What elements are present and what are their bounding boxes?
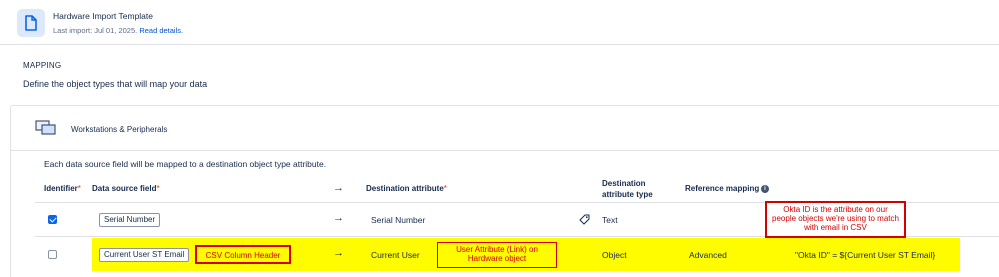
col-header-destination-type: Destination attribute type [602, 179, 653, 199]
read-details-link[interactable]: Read details. [139, 26, 183, 35]
document-icon [17, 9, 45, 37]
mapping-hint: Each data source field will be mapped to… [44, 159, 327, 169]
destination-attribute[interactable]: Current User [371, 250, 420, 260]
tag-icon [579, 214, 590, 225]
col-header-destination: Destination attribute* [366, 184, 447, 193]
template-title: Hardware Import Template [53, 11, 153, 21]
identifier-checkbox[interactable] [48, 250, 57, 259]
attribute-type: Text [602, 215, 618, 225]
annotation-okta-id: Okta ID is the attribute on our people o… [765, 201, 906, 238]
annotation-csv-header: CSV Column Header [195, 245, 291, 264]
arrow-icon: → [333, 247, 344, 259]
source-field[interactable]: Serial Number [99, 213, 161, 227]
arrow-icon: → [333, 212, 344, 224]
panel-header[interactable]: Workstations & Peripherals [11, 106, 999, 151]
header-arrow-icon: → [333, 182, 344, 194]
source-field[interactable]: Current User ST Email [99, 248, 190, 262]
last-import-info: Last import: Jul 01, 2025. Read details. [53, 26, 183, 35]
col-header-identifier: Identifier* [44, 184, 81, 193]
reference-mapping-mode[interactable]: Advanced [689, 250, 727, 260]
reference-mapping-expression[interactable]: "Okta ID" = ${Current User ST Email} [795, 250, 935, 260]
destination-attribute[interactable]: Serial Number [371, 215, 425, 225]
identifier-checkbox[interactable] [48, 215, 57, 224]
last-import-text: Last import: Jul 01, 2025. [53, 26, 138, 35]
col-header-reference: Reference mapping [685, 184, 760, 193]
import-header: Hardware Import Template Last import: Ju… [0, 0, 999, 45]
section-description: Define the object types that will map yo… [23, 79, 208, 89]
object-type-icon [35, 120, 56, 135]
info-icon[interactable]: i [761, 185, 769, 193]
panel-title: Workstations & Peripherals [71, 125, 168, 134]
attribute-type: Object [602, 250, 627, 260]
section-title: MAPPING [23, 61, 62, 70]
col-header-source: Data source field* [92, 184, 160, 193]
annotation-user-attribute: User Attribute (Link) on Hardware object [437, 242, 557, 268]
